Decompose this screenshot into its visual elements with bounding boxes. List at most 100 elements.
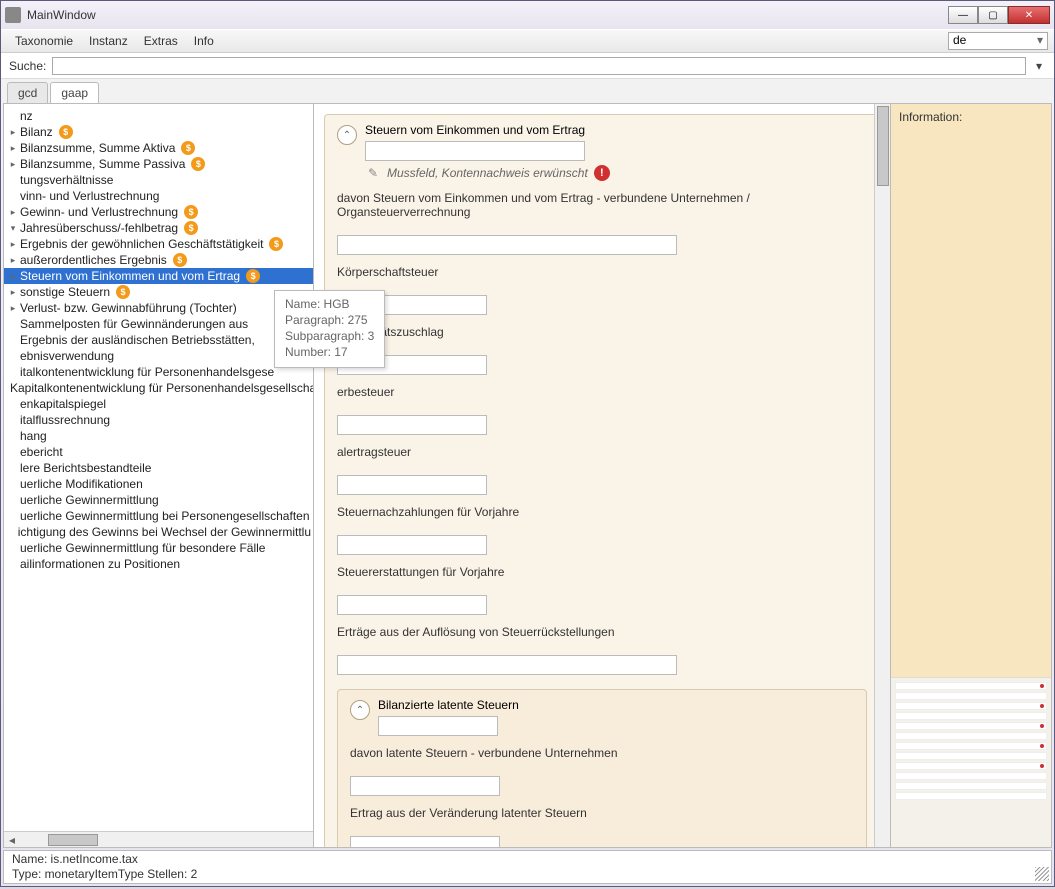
- tree-row[interactable]: ▸Bilanzsumme, Summe Passiva$: [4, 156, 313, 172]
- tree-caret-icon[interactable]: ▸: [8, 300, 18, 316]
- tab-gaap[interactable]: gaap: [50, 82, 99, 103]
- tree-row[interactable]: uerliche Gewinnermittlung: [4, 492, 313, 508]
- tree-row[interactable]: tungsverhältnisse: [4, 172, 313, 188]
- note-icon: ✎: [365, 165, 381, 181]
- tree-node-label: Steuern vom Einkommen und vom Ertrag: [18, 268, 242, 284]
- tree-row[interactable]: uerliche Modifikationen: [4, 476, 313, 492]
- thumbnail-preview[interactable]: [891, 677, 1051, 847]
- menu-instanz[interactable]: Instanz: [81, 34, 136, 48]
- monetary-badge-icon: $: [116, 285, 130, 299]
- tree-node-label: Verlust- bzw. Gewinnabführung (Tochter): [18, 300, 239, 316]
- main-area: nz▸Bilanz$▸Bilanzsumme, Summe Aktiva$▸Bi…: [3, 103, 1052, 848]
- window-title: MainWindow: [27, 8, 948, 22]
- field-label: Erträge aus der Auflösung von Steuerrück…: [337, 625, 867, 639]
- field-label: davon latente Steuern - verbundene Unter…: [350, 746, 854, 760]
- tree-row[interactable]: vinn- und Verlustrechnung: [4, 188, 313, 204]
- tree-row[interactable]: ▸Bilanz$: [4, 124, 313, 140]
- collapse-button[interactable]: ⌃: [337, 125, 357, 145]
- tree-node-label: ailinformationen zu Positionen: [18, 556, 182, 572]
- tree-row[interactable]: lere Berichtsbestandteile: [4, 460, 313, 476]
- tree-row[interactable]: uerliche Gewinnermittlung bei Personenge…: [4, 508, 313, 524]
- tree-row[interactable]: enkapitalspiegel: [4, 396, 313, 412]
- tree-row[interactable]: ▸sonstige Steuern$: [4, 284, 313, 300]
- tree-row[interactable]: ▸Ergebnis der gewöhnlichen Geschäftstäti…: [4, 236, 313, 252]
- tree-row[interactable]: ebnisverwendung: [4, 348, 313, 364]
- tree-row[interactable]: ▸Verlust- bzw. Gewinnabführung (Tochter): [4, 300, 313, 316]
- tree-row[interactable]: Sammelposten für Gewinnänderungen aus: [4, 316, 313, 332]
- tree-caret-icon[interactable]: ▾: [8, 220, 18, 236]
- tree-node-label: Gewinn- und Verlustrechnung: [18, 204, 180, 220]
- menubar: Taxonomie Instanz Extras Info de ▾: [1, 29, 1054, 53]
- tree-row[interactable]: ▸Steuern vom Einkommen und vom Ertrag$: [4, 268, 313, 284]
- tree-row[interactable]: ailinformationen zu Positionen: [4, 556, 313, 572]
- tree-row[interactable]: nz: [4, 108, 313, 124]
- resize-grip[interactable]: [1035, 867, 1049, 881]
- tree-panel: nz▸Bilanz$▸Bilanzsumme, Summe Aktiva$▸Bi…: [4, 104, 314, 847]
- field-input[interactable]: [337, 535, 487, 555]
- tree-node-label: hang: [18, 428, 49, 444]
- tree-row[interactable]: uerliche Gewinnermittlung für besondere …: [4, 540, 313, 556]
- menu-extras[interactable]: Extras: [136, 34, 186, 48]
- error-icon: !: [594, 165, 610, 181]
- tree-row[interactable]: ebericht: [4, 444, 313, 460]
- form-vertical-scrollbar[interactable]: [874, 104, 890, 847]
- tree-node-label: Sammelposten für Gewinnänderungen aus: [18, 316, 250, 332]
- menu-info[interactable]: Info: [186, 34, 222, 48]
- language-select[interactable]: de ▾: [948, 32, 1048, 50]
- tabs-row: gcd gaap: [1, 79, 1054, 103]
- tree-row[interactable]: ▸Gewinn- und Verlustrechnung$: [4, 204, 313, 220]
- tree-row[interactable]: ichtigung des Gewinns bei Wechsel der Ge…: [4, 524, 313, 540]
- tree-caret-icon[interactable]: ▸: [8, 236, 18, 252]
- tree-row[interactable]: ▸außerordentliches Ergebnis$: [4, 252, 313, 268]
- tree-node-label: Kapitalkontenentwicklung für Personenhan…: [8, 380, 314, 396]
- tree-caret-icon[interactable]: ▸: [8, 204, 18, 220]
- tree-node-label: italkontenentwicklung für Personenhandel…: [18, 364, 276, 380]
- maximize-button[interactable]: ▢: [978, 6, 1008, 24]
- group-main-input[interactable]: [365, 141, 585, 161]
- field-input[interactable]: [350, 836, 500, 847]
- tree-row[interactable]: hang: [4, 428, 313, 444]
- search-dropdown-arrow[interactable]: ▾: [1032, 59, 1046, 73]
- tree-node-label: ebnisverwendung: [18, 348, 116, 364]
- tree-row[interactable]: Kapitalkontenentwicklung für Personenhan…: [4, 380, 313, 396]
- hint-text: Mussfeld, Kontennachweis erwünscht: [387, 166, 588, 180]
- legal-reference-tooltip: Name: HGB Paragraph: 275 Subparagraph: 3…: [274, 290, 385, 368]
- search-row: Suche: ▾: [1, 53, 1054, 79]
- field-input[interactable]: [337, 595, 487, 615]
- field-input[interactable]: [337, 415, 487, 435]
- field-input[interactable]: [337, 475, 487, 495]
- field-label: Solidaritätszuschlag: [337, 325, 867, 339]
- tree-horizontal-scrollbar[interactable]: ◂: [4, 831, 313, 847]
- inner-group-main-input[interactable]: [378, 716, 498, 736]
- menu-taxonomie[interactable]: Taxonomie: [7, 34, 81, 48]
- tree-node-label: nz: [18, 108, 35, 124]
- field-input[interactable]: [350, 776, 500, 796]
- status-bar: Name: is.netIncome.tax Type: monetaryIte…: [3, 850, 1052, 884]
- tree-caret-icon[interactable]: ▸: [8, 156, 18, 172]
- tree-caret-icon[interactable]: ▸: [8, 284, 18, 300]
- collapse-button-inner[interactable]: ⌃: [350, 700, 370, 720]
- tree-caret-icon[interactable]: ▸: [8, 268, 18, 284]
- minimize-button[interactable]: —: [948, 6, 978, 24]
- field-label: erbesteuer: [337, 385, 867, 399]
- field-label: Steuererstattungen für Vorjahre: [337, 565, 867, 579]
- field-input[interactable]: [337, 235, 677, 255]
- field-input[interactable]: [337, 655, 677, 675]
- tree-caret-icon[interactable]: ▸: [8, 124, 18, 140]
- tree-row[interactable]: ▾Jahresüberschuss/-fehlbetrag$: [4, 220, 313, 236]
- tree-node-label: ebericht: [18, 444, 65, 460]
- tree-row[interactable]: italkontenentwicklung für Personenhandel…: [4, 364, 313, 380]
- tree-caret-icon[interactable]: ▸: [8, 252, 18, 268]
- tree-row[interactable]: Ergebnis der ausländischen Betriebsstätt…: [4, 332, 313, 348]
- close-button[interactable]: ✕: [1008, 6, 1050, 24]
- scrollbar-thumb[interactable]: [48, 834, 98, 846]
- scrollbar-thumb[interactable]: [877, 106, 889, 186]
- tree-row[interactable]: italflussrechnung: [4, 412, 313, 428]
- tab-gcd[interactable]: gcd: [7, 82, 48, 103]
- tree-node-label: ichtigung des Gewinns bei Wechsel der Ge…: [16, 524, 313, 540]
- tree-caret-icon[interactable]: ▸: [8, 140, 18, 156]
- tree-node-label: Ergebnis der gewöhnlichen Geschäftstätig…: [18, 236, 265, 252]
- tree-row[interactable]: ▸Bilanzsumme, Summe Aktiva$: [4, 140, 313, 156]
- search-input[interactable]: [52, 57, 1026, 75]
- tree-node-label: tungsverhältnisse: [18, 172, 115, 188]
